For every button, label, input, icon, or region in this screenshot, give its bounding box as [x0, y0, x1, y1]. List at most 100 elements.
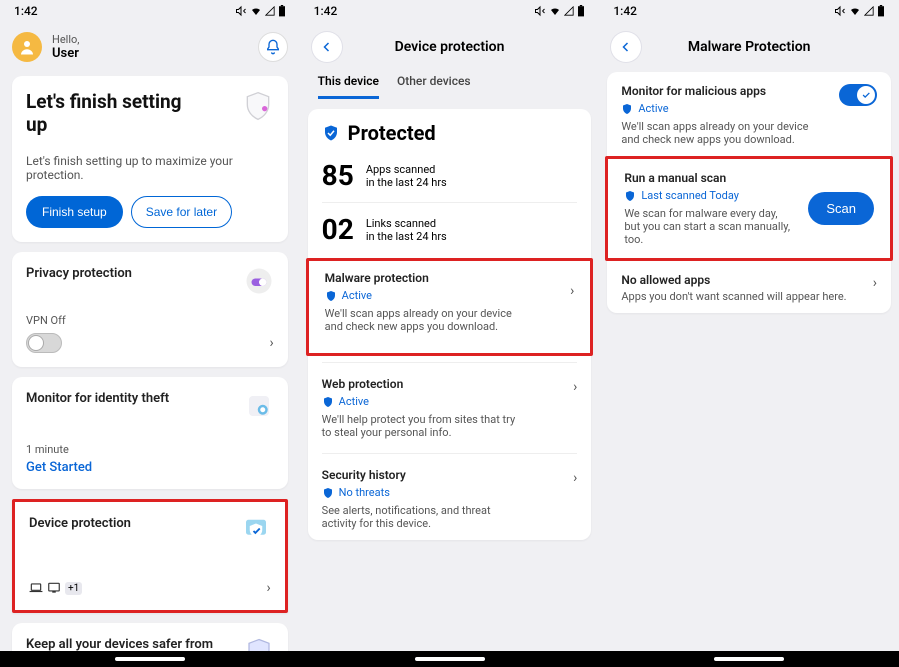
identity-time: 1 minute: [26, 443, 274, 456]
setup-desc: Let's finish setting up to maximize your…: [26, 154, 274, 182]
device-protection-card[interactable]: Device protection +1 ›: [12, 499, 288, 613]
identity-card[interactable]: Monitor for identity theft 1 minute Get …: [12, 377, 288, 489]
chevron-right-icon: ›: [573, 379, 577, 395]
status-bar: 1:42: [0, 0, 300, 22]
monitor-desc: We'll scan apps already on your device a…: [621, 120, 821, 146]
signal-icon: [564, 6, 574, 16]
apps-scanned-l1: Apps scanned: [366, 163, 447, 176]
monitor-toggle[interactable]: [839, 84, 877, 106]
malware-settings-card: Monitor for malicious apps Active We'll …: [607, 72, 891, 313]
privacy-icon: [244, 266, 274, 296]
nav-bar: [300, 651, 600, 667]
monitor-status: Active: [638, 102, 668, 115]
avatar[interactable]: [12, 32, 42, 62]
history-status: No threats: [339, 486, 390, 499]
web-title: Web protection: [322, 377, 578, 391]
web-status: Active: [339, 395, 369, 408]
save-later-button[interactable]: Save for later: [131, 196, 232, 228]
page-title: Device protection: [342, 39, 588, 55]
shield-small-icon: [624, 190, 636, 202]
apps-scanned-count: 85: [322, 159, 354, 192]
allowed-title: No allowed apps: [621, 273, 846, 287]
malware-title: Malware protection: [325, 271, 575, 285]
vpn-toggle[interactable]: [26, 333, 62, 353]
apps-scanned-l2: in the last 24 hrs: [366, 176, 447, 189]
chevron-right-icon: ›: [269, 335, 273, 351]
history-title: Security history: [322, 468, 578, 482]
back-button[interactable]: [312, 32, 342, 62]
monitor-title: Monitor for malicious apps: [621, 84, 821, 98]
links-scanned-l2: in the last 24 hrs: [366, 230, 447, 243]
tab-this-device[interactable]: This device: [318, 74, 379, 99]
privacy-title: Privacy protection: [26, 266, 132, 281]
status-time: 1:42: [613, 4, 637, 18]
desktop-icon: [47, 582, 61, 594]
status-bar: 1:42: [300, 0, 600, 22]
vpn-status: VPN Off: [26, 314, 274, 327]
privacy-card[interactable]: Privacy protection VPN Off ›: [12, 252, 288, 367]
chevron-right-icon: ›: [573, 470, 577, 486]
history-desc: See alerts, notifications, and threat ac…: [322, 504, 522, 530]
shield-icon: [242, 90, 274, 122]
wifi-icon: [849, 5, 861, 17]
identity-title: Monitor for identity theft: [26, 391, 169, 406]
pane-device-protection: 1:42 Device protection This device Other…: [300, 0, 600, 667]
status-icons: [834, 5, 885, 17]
shield-small-icon: [322, 487, 334, 499]
status-time: 1:42: [314, 4, 338, 18]
pane-malware-protection: 1:42 Malware Protection Monitor for mali…: [599, 0, 899, 667]
chevron-right-icon: ›: [266, 580, 270, 596]
malware-protection-item[interactable]: Malware protection Active We'll scan app…: [325, 271, 575, 343]
scan-button[interactable]: Scan: [808, 192, 874, 225]
check-icon: [861, 90, 871, 100]
notifications-button[interactable]: [258, 32, 288, 62]
scan-desc: We scan for malware every day, but you c…: [624, 207, 794, 246]
mute-icon: [235, 5, 247, 17]
malware-status: Active: [342, 289, 372, 302]
status-bar: 1:42: [599, 0, 899, 22]
shield-small-icon: [322, 396, 334, 408]
setup-card: Let's finish setting up Let's finish set…: [12, 76, 288, 242]
battery-icon: [278, 5, 286, 17]
avatar-icon: [18, 38, 36, 56]
protection-summary-card: Protected 85 Apps scanned in the last 24…: [308, 109, 592, 540]
allowed-apps-item[interactable]: No allowed apps Apps you don't want scan…: [621, 273, 877, 303]
get-started-link[interactable]: Get Started: [26, 460, 274, 475]
battery-icon: [877, 5, 885, 17]
status-time: 1:42: [14, 4, 38, 18]
back-button[interactable]: [611, 32, 641, 62]
status-icons: [534, 5, 585, 17]
page-title: Malware Protection: [641, 39, 887, 55]
wifi-icon: [549, 5, 561, 17]
malware-desc: We'll scan apps already on your device a…: [325, 307, 525, 333]
laptop-icon: [29, 582, 43, 594]
web-desc: We'll help protect you from sites that t…: [322, 413, 522, 439]
web-protection-item[interactable]: Web protection Active We'll help protect…: [322, 367, 578, 449]
signal-icon: [864, 6, 874, 16]
setup-title: Let's finish setting up: [26, 90, 196, 136]
mute-icon: [534, 5, 546, 17]
manual-scan-section: Run a manual scan Last scanned Today We …: [624, 171, 874, 246]
security-history-item[interactable]: Security history No threats See alerts, …: [322, 458, 578, 534]
status-icons: [235, 5, 286, 17]
allowed-desc: Apps you don't want scanned will appear …: [621, 290, 846, 303]
protected-label: Protected: [348, 121, 436, 145]
monitor-section: Monitor for malicious apps Active We'll …: [621, 84, 877, 146]
chevron-right-icon: ›: [570, 283, 574, 299]
greeting-name: User: [52, 46, 79, 61]
wifi-icon: [250, 5, 262, 17]
greeting: Hello, User: [52, 33, 79, 61]
device-icon: [241, 516, 271, 546]
finish-setup-button[interactable]: Finish setup: [26, 196, 123, 228]
device-extra-count: +1: [65, 582, 82, 595]
shield-small-icon: [325, 290, 337, 302]
shield-check-icon: [322, 124, 340, 142]
links-scanned-count: 02: [322, 213, 354, 246]
pane-home: 1:42 Hello, User Let's finish setting up: [0, 0, 300, 667]
shield-small-icon: [621, 103, 633, 115]
nav-bar: [599, 651, 899, 667]
tab-other-devices[interactable]: Other devices: [397, 74, 471, 99]
chevron-left-icon: [321, 41, 333, 53]
scan-status: Last scanned Today: [641, 189, 739, 202]
scan-title: Run a manual scan: [624, 171, 794, 185]
